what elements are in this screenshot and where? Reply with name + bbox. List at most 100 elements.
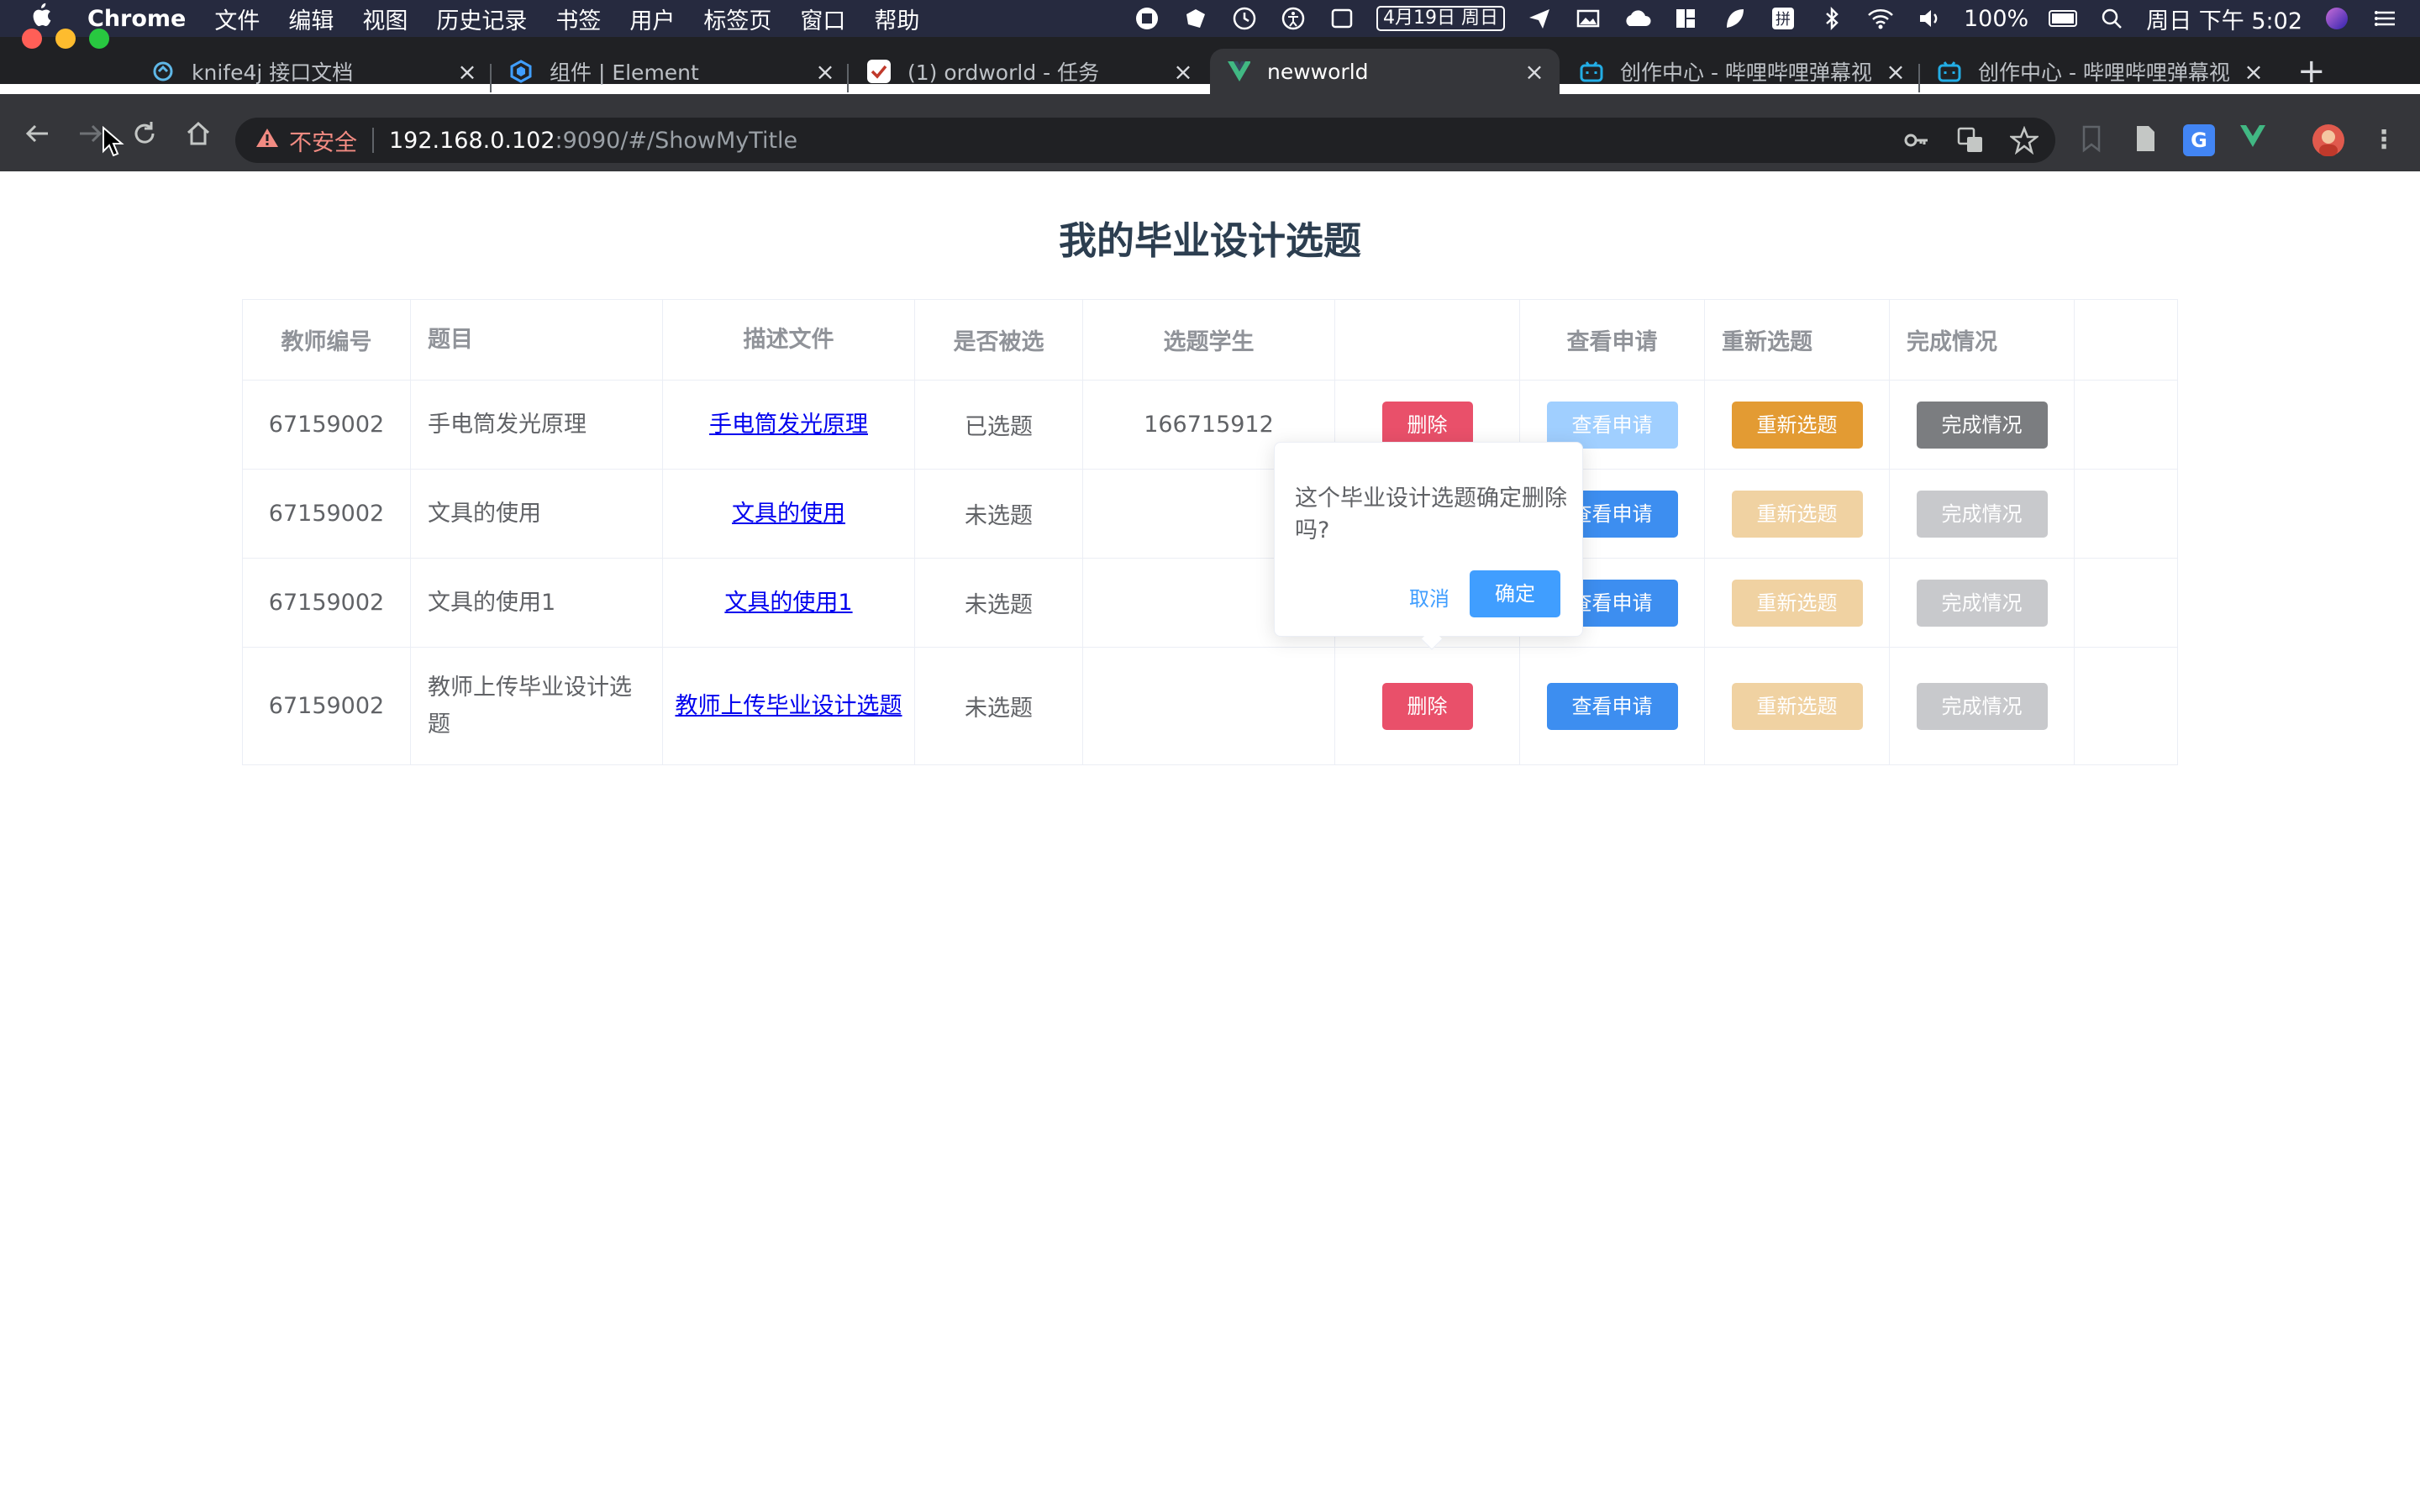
tab-bilibili-1[interactable]: 创作中心 - 哔哩哔哩弹幕视 × bbox=[1580, 49, 1907, 94]
menu-app-name[interactable]: Chrome bbox=[87, 6, 186, 32]
tab-element[interactable]: 组件 | Element × bbox=[509, 49, 837, 94]
menu-file[interactable]: 文件 bbox=[214, 3, 260, 35]
tab-bilibili-2[interactable]: 创作中心 - 哔哩哔哩弹幕视 × bbox=[1938, 49, 2265, 94]
description-file-link[interactable]: 文具的使用 bbox=[732, 501, 845, 527]
wifi-icon[interactable] bbox=[1866, 4, 1895, 33]
tab-ordworld[interactable]: (1) ordworld - 任务 × bbox=[867, 49, 1195, 94]
bookmark-extension-icon[interactable] bbox=[2075, 124, 2107, 156]
bilibili-icon bbox=[1938, 60, 1961, 83]
description-file-link[interactable]: 文具的使用1 bbox=[724, 590, 852, 616]
menu-edit[interactable]: 编辑 bbox=[288, 3, 334, 35]
menu-people[interactable]: 用户 bbox=[629, 3, 675, 35]
popconfirm-confirm-button[interactable]: 确定 bbox=[1470, 570, 1560, 617]
send-icon[interactable] bbox=[1525, 4, 1554, 33]
completion-button[interactable]: 完成情况 bbox=[1916, 682, 2048, 730]
avatar[interactable] bbox=[2312, 124, 2344, 156]
tab-close-icon[interactable]: × bbox=[2242, 58, 2265, 86]
completion-button[interactable]: 完成情况 bbox=[1916, 490, 2048, 538]
tab-title: 组件 | Element bbox=[550, 60, 699, 85]
task-icon bbox=[867, 60, 891, 83]
description-file-link[interactable]: 教师上传毕业设计选题 bbox=[676, 693, 902, 719]
tab-close-icon[interactable]: × bbox=[1884, 58, 1907, 86]
tab-separator bbox=[1918, 64, 1920, 92]
tab-knife4j[interactable]: knife4j 接口文档 × bbox=[151, 49, 479, 94]
translate-icon[interactable] bbox=[1956, 126, 1985, 155]
home-icon[interactable] bbox=[183, 119, 213, 150]
back-icon[interactable] bbox=[22, 119, 52, 150]
column-reselect: 重新选题 bbox=[1704, 299, 1890, 381]
warning-icon[interactable] bbox=[255, 127, 279, 155]
more-menu-icon[interactable]: ⋮ bbox=[2368, 124, 2400, 156]
completion-cell: 完成情况 bbox=[1889, 469, 2075, 559]
bookmark-star-icon[interactable] bbox=[2008, 125, 2040, 155]
address-bar[interactable]: 不安全 192.168.0.102:9090/#/ShowMyTitle bbox=[235, 118, 2055, 163]
wechat-icon[interactable] bbox=[1328, 4, 1356, 33]
security-label[interactable]: 不安全 bbox=[289, 124, 357, 157]
spacer-cell bbox=[2074, 647, 2178, 765]
search-icon[interactable] bbox=[2097, 4, 2126, 33]
zoom-window-button[interactable] bbox=[89, 29, 109, 49]
tab-close-icon[interactable]: × bbox=[1523, 58, 1546, 86]
shield-app-icon[interactable] bbox=[1181, 4, 1210, 33]
teacher-id-cell: 67159002 bbox=[242, 469, 411, 559]
reload-icon[interactable] bbox=[129, 119, 160, 150]
popconfirm-cancel-button[interactable]: 取消 bbox=[1409, 582, 1449, 612]
vue-devtools-icon[interactable] bbox=[2237, 124, 2269, 156]
title-cell: 文具的使用 bbox=[410, 469, 663, 559]
bluetooth-icon[interactable] bbox=[1818, 4, 1846, 33]
reselect-button[interactable]: 重新选题 bbox=[1731, 490, 1863, 538]
tab-separator bbox=[490, 64, 492, 92]
document-extension-icon[interactable] bbox=[2129, 124, 2161, 156]
menu-help[interactable]: 帮助 bbox=[874, 3, 919, 35]
teacher-id-cell: 67159002 bbox=[242, 558, 411, 648]
spacer-cell bbox=[2074, 558, 2178, 648]
leaf-icon[interactable] bbox=[1720, 4, 1749, 33]
tab-close-icon[interactable]: × bbox=[1171, 58, 1195, 86]
description-file-link[interactable]: 手电筒发光原理 bbox=[709, 412, 868, 438]
delete-button[interactable]: 删除 bbox=[1381, 682, 1473, 730]
accessibility-icon[interactable] bbox=[1279, 4, 1307, 33]
completion-cell: 完成情况 bbox=[1889, 380, 2075, 470]
input-method-icon[interactable]: 拼 bbox=[1769, 4, 1797, 33]
minimize-window-button[interactable] bbox=[55, 29, 76, 49]
volume-icon[interactable] bbox=[1915, 4, 1944, 33]
battery-percent[interactable]: 100% bbox=[1964, 6, 2028, 32]
title-cell: 文具的使用1 bbox=[410, 558, 663, 648]
menu-tabs[interactable]: 标签页 bbox=[703, 3, 771, 35]
selected-status-cell: 已选题 bbox=[914, 380, 1083, 470]
menu-history[interactable]: 历史记录 bbox=[436, 3, 527, 35]
menu-window[interactable]: 窗口 bbox=[800, 3, 845, 35]
reselect-button[interactable]: 重新选题 bbox=[1731, 401, 1863, 449]
column-student: 选题学生 bbox=[1082, 299, 1335, 381]
battery-icon[interactable] bbox=[2049, 4, 2078, 33]
image-icon[interactable] bbox=[1574, 4, 1602, 33]
new-tab-button[interactable]: + bbox=[2297, 55, 2326, 88]
grid-app-icon[interactable] bbox=[1671, 4, 1700, 33]
siri-icon[interactable] bbox=[2323, 4, 2351, 33]
control-center-icon[interactable] bbox=[2371, 4, 2400, 33]
google-translate-extension-icon[interactable]: G bbox=[2183, 124, 2215, 156]
reselect-button[interactable]: 重新选题 bbox=[1731, 579, 1863, 627]
file-cell: 文具的使用 bbox=[662, 469, 915, 559]
date-badge[interactable]: 4月19日 周日 bbox=[1376, 6, 1505, 31]
column-spacer bbox=[2074, 299, 2178, 381]
cloud-icon[interactable] bbox=[1623, 4, 1651, 33]
reselect-button[interactable]: 重新选题 bbox=[1731, 682, 1863, 730]
close-window-button[interactable] bbox=[22, 29, 42, 49]
reselect-cell: 重新选题 bbox=[1704, 647, 1890, 765]
record-icon[interactable] bbox=[1133, 4, 1161, 33]
view-apply-cell: 查看申请 bbox=[1519, 647, 1705, 765]
key-icon[interactable] bbox=[1902, 126, 1931, 155]
svg-text:拼: 拼 bbox=[1776, 11, 1791, 29]
menu-bookmarks[interactable]: 书签 bbox=[555, 3, 601, 35]
clock-icon[interactable] bbox=[1230, 4, 1259, 33]
status-area: 4月19日 周日 拼 100% 周日 下午 5:02 bbox=[1133, 0, 2400, 37]
menu-view[interactable]: 视图 bbox=[362, 3, 408, 35]
menubar-clock[interactable]: 周日 下午 5:02 bbox=[2146, 3, 2302, 35]
view-apply-button[interactable]: 查看申请 bbox=[1546, 682, 1678, 730]
tab-close-icon[interactable]: × bbox=[813, 58, 837, 86]
completion-button[interactable]: 完成情况 bbox=[1916, 401, 2048, 449]
tab-close-icon[interactable]: × bbox=[455, 58, 479, 86]
tab-newworld[interactable]: newworld × bbox=[1210, 49, 1560, 94]
completion-button[interactable]: 完成情况 bbox=[1916, 579, 2048, 627]
